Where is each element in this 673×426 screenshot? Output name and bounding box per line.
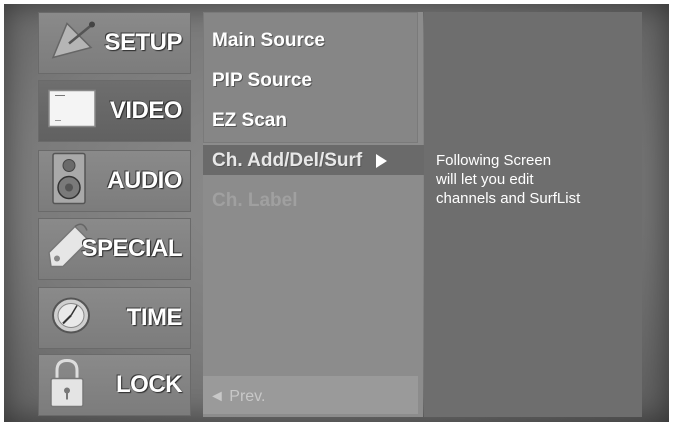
clock-icon bbox=[47, 294, 95, 343]
submenu-item-main-source[interactable]: Main Source bbox=[212, 30, 325, 52]
submenu-item-pip-source[interactable]: PIP Source bbox=[212, 70, 312, 92]
menu-lock-label: LOCK bbox=[116, 371, 183, 398]
speaker-icon bbox=[47, 152, 91, 211]
arrow-right-icon bbox=[375, 153, 387, 168]
info-text-line: channels and SurfList bbox=[436, 190, 581, 207]
padlock-icon bbox=[47, 357, 87, 414]
menu-special-label: SPECIAL bbox=[81, 235, 182, 262]
prev-button[interactable]: ◄ Prev. bbox=[203, 376, 418, 414]
submenu-item-ch-label: Ch. Label bbox=[212, 190, 298, 212]
menu-video[interactable]: VIDEO bbox=[38, 80, 191, 142]
submenu-item-label: PIP Source bbox=[212, 70, 312, 91]
submenu-item-label: Main Source bbox=[212, 30, 325, 51]
submenu-item-label: EZ Scan bbox=[212, 110, 287, 131]
menu-setup[interactable]: SETUP bbox=[38, 12, 191, 74]
submenu-item-label: Ch. Add/Del/Surf bbox=[212, 150, 363, 171]
tv-screen-icon bbox=[47, 89, 97, 134]
submenu-item-ez-scan[interactable]: EZ Scan bbox=[212, 110, 287, 132]
menu-lock[interactable]: LOCK bbox=[38, 354, 191, 416]
menu-time-label: TIME bbox=[126, 304, 183, 331]
info-panel bbox=[424, 12, 642, 417]
prev-button-label: ◄ Prev. bbox=[209, 388, 266, 405]
menu-special[interactable]: SPECIAL bbox=[38, 218, 191, 280]
menu-video-label: VIDEO bbox=[109, 97, 183, 124]
menu-audio[interactable]: AUDIO bbox=[38, 150, 191, 212]
info-text-line: Following Screen bbox=[436, 152, 552, 169]
menu-setup-label: SETUP bbox=[104, 29, 182, 56]
submenu-item-ch-add-del-surf[interactable]: Ch. Add/Del/Surf bbox=[212, 150, 387, 172]
submenu-item-label: Ch. Label bbox=[212, 190, 298, 211]
menu-time[interactable]: TIME bbox=[38, 287, 191, 349]
satellite-dish-icon bbox=[47, 18, 99, 69]
menu-audio-label: AUDIO bbox=[107, 167, 182, 194]
info-text-line: will let you edit bbox=[436, 171, 534, 188]
